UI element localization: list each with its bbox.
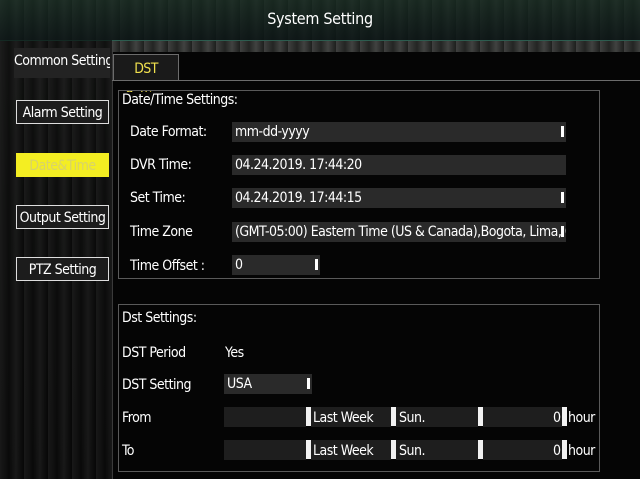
time-zone-label: Time Zone <box>130 224 193 240</box>
time-offset-value: 0 <box>235 257 243 273</box>
dropdown-arrow-icon <box>307 378 310 389</box>
from-hour-spin-icon[interactable] <box>562 407 567 426</box>
spin-arrow-icon <box>561 192 564 203</box>
from-day-value: Sun. <box>399 410 425 426</box>
from-hour-unit: hour <box>568 410 595 426</box>
tab-dst-setting[interactable]: DST Setting <box>113 54 179 105</box>
datetime-group-title: Date/Time Settings: <box>122 92 242 108</box>
dst-period-value[interactable]: Yes <box>225 345 244 361</box>
from-month-field[interactable] <box>224 407 306 427</box>
to-week-value: Last Week <box>313 443 374 459</box>
title-bar: System Setting <box>0 0 640 41</box>
window-title: System Setting <box>267 9 373 28</box>
set-time-input[interactable]: 04.24.2019. 17:44:15 <box>232 188 566 208</box>
dst-group-title: Dst Settings: <box>122 310 197 326</box>
sidebar-item-output-setting[interactable]: Output Setting <box>16 205 109 229</box>
from-week-value: Last Week <box>313 410 374 426</box>
to-day-value: Sun. <box>399 443 425 459</box>
to-label: To <box>122 443 135 459</box>
set-time-value: 04.24.2019. 17:44:15 <box>235 190 362 206</box>
dvr-time-label: DVR Time: <box>130 157 192 173</box>
time-zone-select[interactable]: (GMT-05:00) Eastern Time (US & Canada),B… <box>232 222 566 242</box>
sidebar-item-common-setting[interactable]: Common Setting <box>14 48 110 78</box>
sidebar-item-alarm-setting[interactable]: Alarm Setting <box>16 100 109 124</box>
to-hour-field[interactable] <box>483 440 562 460</box>
sidebar-item-ptz-setting[interactable]: PTZ Setting <box>16 257 109 281</box>
time-zone-value: (GMT-05:00) Eastern Time (US & Canada),B… <box>235 224 566 240</box>
dst-period-label: DST Period <box>122 345 186 361</box>
from-hour-value: 0 <box>553 410 561 426</box>
sidebar-item-date-time[interactable]: Date&Time <box>16 153 109 177</box>
from-label: From <box>122 410 152 426</box>
date-format-value: mm-dd-yyyy <box>235 124 310 140</box>
from-hour-field[interactable] <box>483 407 562 427</box>
dropdown-arrow-icon <box>561 226 564 237</box>
time-offset-label: Time Offset : <box>130 258 205 274</box>
tab-divider <box>112 80 640 81</box>
to-hour-spin-icon[interactable] <box>562 440 567 459</box>
datetime-group <box>118 90 600 279</box>
time-offset-select[interactable]: 0 <box>232 255 320 275</box>
dropdown-arrow-icon <box>315 259 318 270</box>
to-month-field[interactable] <box>224 440 306 460</box>
set-time-label: Set Time: <box>130 190 186 206</box>
date-format-select[interactable]: mm-dd-yyyy <box>232 122 566 142</box>
to-hour-unit: hour <box>568 443 595 459</box>
dvr-time-field: 04.24.2019. 17:44:20 <box>232 155 566 175</box>
dst-setting-label: DST Setting <box>122 377 192 393</box>
dst-setting-select[interactable]: USA <box>224 374 312 394</box>
to-hour-value: 0 <box>553 443 561 459</box>
dst-setting-value: USA <box>227 376 252 392</box>
date-format-label: Date Format: <box>130 124 207 140</box>
dropdown-arrow-icon <box>561 126 564 137</box>
dvr-time-value: 04.24.2019. 17:44:20 <box>235 157 362 173</box>
